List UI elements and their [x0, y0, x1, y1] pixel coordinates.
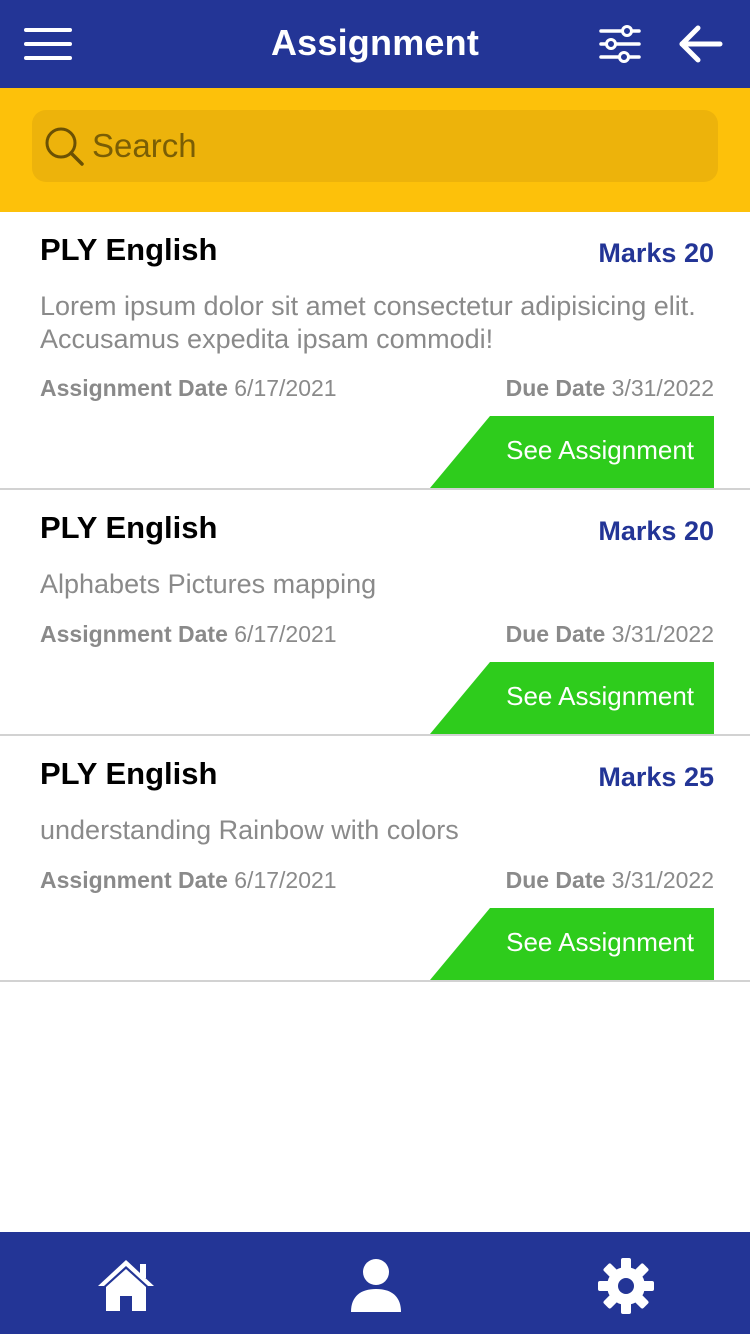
nav-settings-button[interactable]: [596, 1256, 656, 1316]
arrow-left-icon: [679, 25, 723, 63]
app: Assignment Search PLY English Marks 20 L…: [0, 0, 750, 1334]
search-box[interactable]: [32, 110, 718, 182]
see-assignment-button[interactable]: See Assignment: [430, 662, 714, 734]
due-date-label: Due Date: [505, 867, 606, 893]
due-date-value: 3/31/2022: [611, 621, 714, 647]
sliders-icon: [599, 25, 641, 63]
assignment-description: Lorem ipsum dolor sit amet consectetur a…: [40, 291, 696, 354]
assigned-date: Assignment Date 6/17/2021: [40, 621, 337, 647]
assignment-description: understanding Rainbow with colors: [40, 815, 459, 845]
assigned-date-label: Assignment Date: [40, 375, 228, 401]
assignment-subject: PLY English: [40, 510, 218, 545]
assignment-dates: Assignment Date 6/17/2021 Due Date 3/31/…: [40, 867, 714, 894]
see-assignment-label: See Assignment: [506, 927, 694, 957]
assignment-dates: Assignment Date 6/17/2021 Due Date 3/31/…: [40, 621, 714, 648]
top-app-bar: Assignment: [0, 0, 750, 88]
assignment-marks: Marks 20: [598, 516, 714, 546]
assignment-card: PLY English Marks 25 understanding Rainb…: [0, 736, 750, 982]
see-assignment-label: See Assignment: [506, 435, 694, 465]
assigned-date-label: Assignment Date: [40, 867, 228, 893]
see-assignment-label: See Assignment: [506, 681, 694, 711]
assignment-marks: Marks 25: [598, 762, 714, 792]
search-input[interactable]: [92, 120, 692, 172]
assignment-list: PLY English Marks 20 Lorem ipsum dolor s…: [0, 212, 750, 982]
assigned-date-value: 6/17/2021: [234, 867, 337, 893]
gear-icon: [598, 1258, 654, 1314]
nav-profile-button[interactable]: [346, 1256, 406, 1316]
home-icon: [98, 1260, 154, 1311]
back-button[interactable]: [676, 24, 724, 64]
assignment-description: Alphabets Pictures mapping: [40, 569, 377, 599]
nav-home-button[interactable]: [96, 1256, 156, 1316]
assigned-date: Assignment Date 6/17/2021: [40, 867, 337, 893]
assigned-date-value: 6/17/2021: [234, 621, 337, 647]
search-icon: [45, 127, 84, 166]
search-bar-container: [0, 88, 750, 212]
due-date-value: 3/31/2022: [611, 867, 714, 893]
user-icon: [351, 1259, 401, 1312]
assignment-subject: PLY English: [40, 232, 218, 267]
bottom-navigation: [0, 1232, 750, 1334]
assigned-date-label: Assignment Date: [40, 621, 228, 647]
due-date-value: 3/31/2022: [611, 375, 714, 401]
see-assignment-button[interactable]: See Assignment: [430, 908, 714, 980]
assignment-card: PLY English Marks 20 Lorem ipsum dolor s…: [0, 212, 750, 490]
assignment-card: PLY English Marks 20 Alphabets Pictures …: [0, 490, 750, 736]
assigned-date: Assignment Date 6/17/2021: [40, 375, 337, 401]
see-assignment-button[interactable]: See Assignment: [430, 416, 714, 488]
due-date: Due Date 3/31/2022: [506, 867, 714, 894]
filter-button[interactable]: [598, 24, 642, 64]
assignment-subject: PLY English: [40, 756, 218, 791]
assignment-marks: Marks 20: [598, 238, 714, 268]
assignment-dates: Assignment Date 6/17/2021 Due Date 3/31/…: [40, 375, 714, 402]
due-date: Due Date 3/31/2022: [506, 621, 714, 648]
due-date-label: Due Date: [505, 375, 606, 401]
assigned-date-value: 6/17/2021: [234, 375, 337, 401]
due-date-label: Due Date: [505, 621, 606, 647]
due-date: Due Date 3/31/2022: [506, 375, 714, 402]
